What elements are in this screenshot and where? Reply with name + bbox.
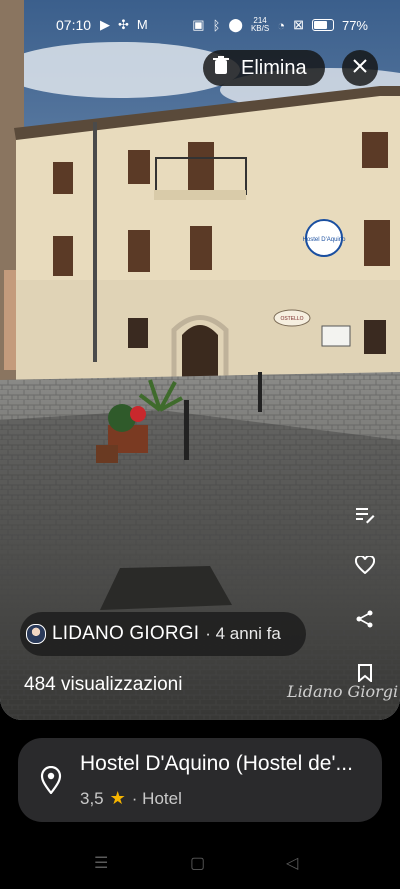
nfc-icon: ▣ (192, 17, 205, 32)
share-button[interactable] (348, 604, 382, 638)
star-icon: ★ (109, 788, 126, 808)
photo-watermark: Lidano Giorgi (287, 682, 399, 701)
ostello-sign-text: OSTELLO (280, 316, 303, 322)
close-button[interactable] (342, 50, 378, 86)
back-icon[interactable]: ◁ (286, 853, 298, 873)
place-title: Hostel D'Aquino (Hostel de'... (80, 752, 353, 775)
close-icon (353, 58, 367, 78)
home-icon[interactable]: ▢ (190, 853, 205, 873)
edit-list-icon (355, 506, 375, 529)
network-speed: 214 KB/S (250, 16, 270, 33)
views-count: 484 visualizzazioni (24, 674, 183, 695)
system-nav-bar: ☰ ▢ ◁ (0, 845, 400, 885)
like-button[interactable] (348, 550, 382, 584)
wifi-icon: ◔ (277, 17, 286, 33)
place-meta: 3,5 ★ · Hotel (80, 788, 182, 809)
trash-icon (213, 56, 229, 80)
delete-button[interactable]: Elimina (203, 50, 325, 86)
place-rating: 3,5 (80, 788, 104, 808)
avatar (26, 624, 46, 644)
hostel-sign-text: Hostel D'Aquino (303, 237, 346, 243)
gmail-icon: M (136, 17, 148, 32)
recents-icon[interactable]: ☰ (94, 853, 108, 873)
notification-icons: ▶ ✣ M (100, 17, 148, 33)
place-category: · Hotel (131, 788, 182, 808)
bluetooth-icon: ᛒ (212, 17, 221, 33)
status-time: 07:10 (56, 17, 92, 33)
edit-notes-button[interactable] (348, 500, 382, 534)
location-pin-icon (40, 765, 62, 799)
battery-icon (311, 19, 334, 31)
heart-icon (354, 554, 376, 579)
battery-percent: 77% (341, 17, 368, 33)
share-icon (355, 609, 375, 634)
youtube-icon: ▶ (100, 17, 110, 32)
place-card[interactable]: Hostel D'Aquino (Hostel de'... 3,5 ★ · H… (18, 738, 382, 822)
delete-label: Elimina (241, 56, 307, 79)
author-name: LIDANO GIORGI (52, 623, 200, 644)
fan-icon: ✣ (118, 17, 129, 32)
system-icons: ▣ ᛒ ⬤ 214 KB/S ◔ ⊠ 77% (192, 17, 368, 33)
status-bar: 07:10 ▶ ✣ M ▣ ᛒ ⬤ 214 KB/S ◔ ⊠ 77% (0, 0, 400, 50)
no-sim-icon: ⊠ (293, 17, 304, 32)
author-time: · 4 anni fa (205, 624, 281, 643)
author-pill[interactable]: LIDANO GIORGI · 4 anni fa (20, 612, 306, 656)
location-icon: ⬤ (228, 17, 243, 32)
